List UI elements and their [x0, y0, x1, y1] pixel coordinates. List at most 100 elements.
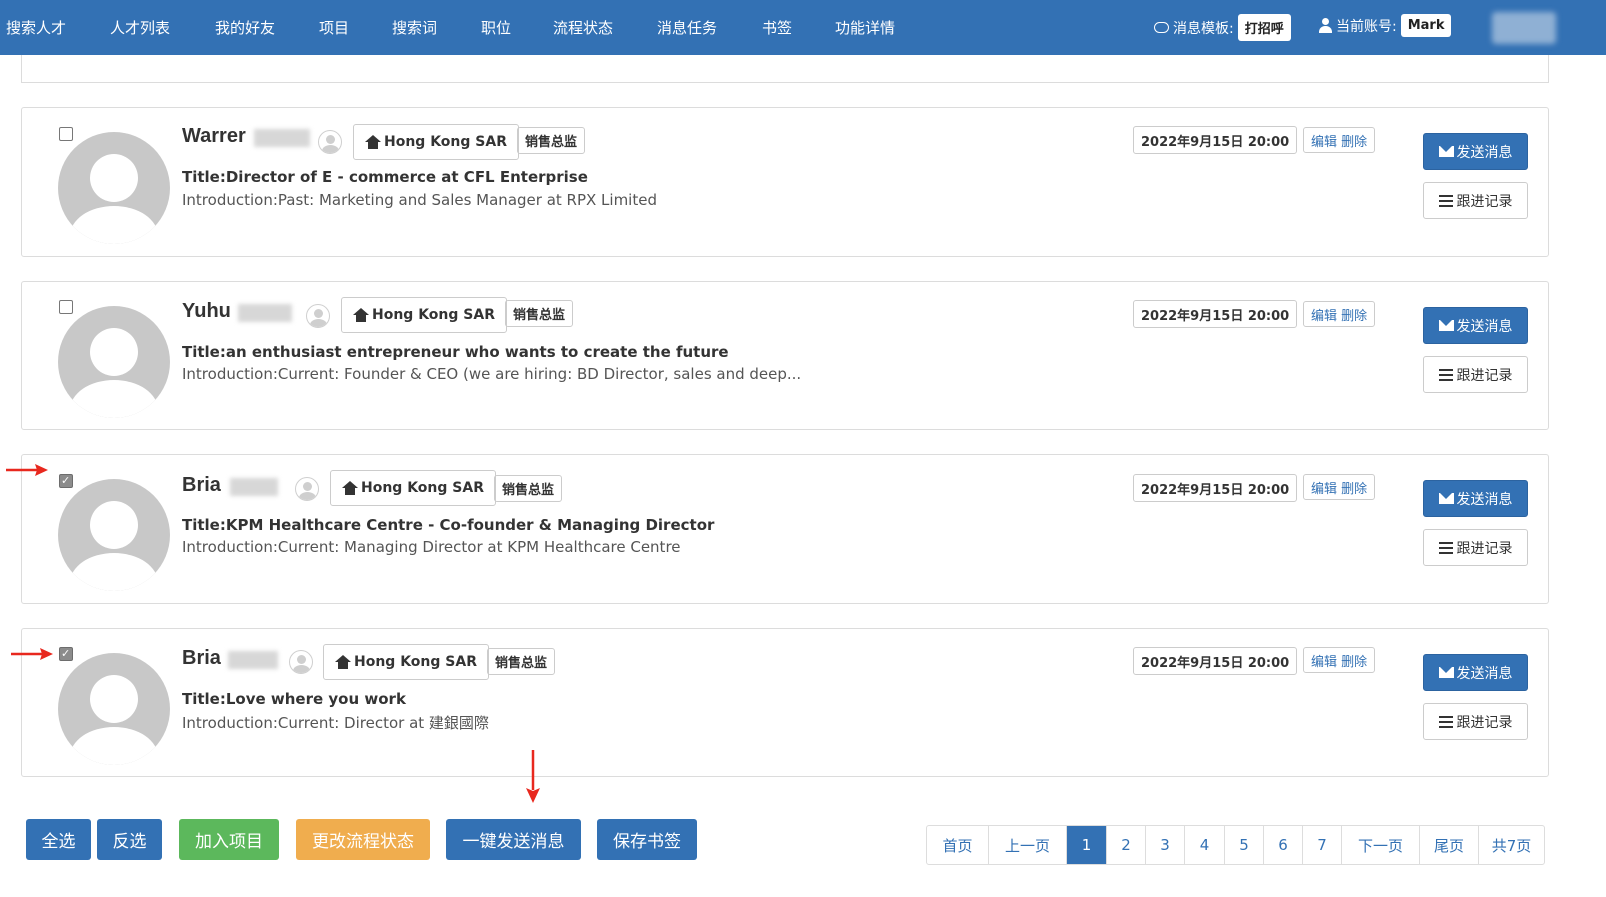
change-workflow-status-button[interactable]: 更改流程状态 [296, 819, 430, 860]
edit-link[interactable]: 编辑 [1311, 651, 1337, 670]
page-2[interactable]: 2 [1107, 826, 1146, 864]
edit-delete-group: 编辑 删除 [1303, 127, 1376, 153]
candidate-name[interactable]: Yuhu [182, 300, 231, 323]
avatar [58, 306, 170, 418]
profile-thumbnail-icon [306, 304, 330, 328]
role-tag: 销售总监 [494, 475, 563, 502]
page-first[interactable]: 首页 [927, 826, 989, 864]
location-tag: Hong Kong SAR [330, 470, 496, 506]
page-4[interactable]: 4 [1185, 826, 1225, 864]
annotation-arrow-right-icon [11, 648, 53, 660]
message-template-value[interactable]: 打招呼 [1237, 14, 1291, 41]
page-7[interactable]: 7 [1303, 826, 1342, 864]
add-to-project-button[interactable]: 加入项目 [179, 819, 279, 860]
nav-feature-details[interactable]: 功能详情 [835, 17, 895, 38]
candidate-checkbox-checked[interactable] [59, 474, 73, 488]
blurred-profile-avatar[interactable] [1492, 12, 1556, 44]
nav-positions[interactable]: 职位 [481, 17, 511, 38]
nav-talent-list[interactable]: 人才列表 [110, 17, 170, 38]
send-message-button[interactable]: 发送消息 [1423, 654, 1528, 691]
candidate-name[interactable]: Bria [182, 647, 221, 670]
select-all-button[interactable]: 全选 [26, 819, 91, 860]
message-template-selector[interactable]: 消息模板: 打招呼 [1154, 14, 1291, 41]
delete-link[interactable]: 删除 [1341, 651, 1367, 670]
profile-thumbnail-icon [295, 477, 319, 501]
candidate-title: Title:Director of E - commerce at CFL En… [182, 168, 588, 186]
annotation-arrow-right-icon [6, 464, 48, 476]
follow-up-label: 跟进记录 [1456, 714, 1513, 731]
candidate-checkbox[interactable] [59, 127, 73, 141]
name-redaction [238, 304, 292, 322]
candidate-name[interactable]: Warrer [182, 125, 246, 148]
page-prev[interactable]: 上一页 [989, 826, 1067, 864]
edit-link[interactable]: 编辑 [1311, 305, 1337, 324]
role-tag: 销售总监 [487, 648, 556, 675]
page-5[interactable]: 5 [1225, 826, 1264, 864]
edit-delete-group: 编辑 删除 [1303, 301, 1376, 327]
envelope-icon [1438, 667, 1454, 678]
envelope-icon [1438, 493, 1454, 504]
profile-thumbnail-icon [318, 130, 342, 154]
invert-selection-button[interactable]: 反选 [97, 819, 162, 860]
nav-bookmarks[interactable]: 书签 [762, 17, 792, 38]
nav-workflow-status[interactable]: 流程状态 [553, 17, 613, 38]
follow-up-button[interactable]: 跟进记录 [1423, 703, 1528, 740]
page-next[interactable]: 下一页 [1342, 826, 1420, 864]
follow-up-button[interactable]: 跟进记录 [1423, 356, 1528, 393]
candidate-card: Yuhu Hong Kong SAR 销售总监 Title:an enthusi… [21, 281, 1549, 430]
list-icon [1438, 194, 1453, 207]
follow-up-label: 跟进记录 [1456, 193, 1513, 210]
candidate-checkbox-checked[interactable] [59, 647, 73, 661]
page-last[interactable]: 尾页 [1420, 826, 1479, 864]
page-1-current[interactable]: 1 [1067, 826, 1107, 864]
home-icon [335, 655, 351, 669]
user-icon [1318, 18, 1332, 33]
role-tag: 销售总监 [505, 300, 574, 327]
send-message-label: 发送消息 [1456, 665, 1513, 682]
candidate-title: Title:an enthusiast entrepreneur who wan… [182, 343, 729, 361]
date-tag: 2022年9月15日 20:00 [1133, 300, 1298, 328]
candidate-title: Title:KPM Healthcare Centre - Co-founder… [182, 516, 715, 534]
nav-search-talent[interactable]: 搜索人才 [6, 17, 66, 38]
location-tag: Hong Kong SAR [323, 644, 489, 680]
top-navbar: 搜索人才 人才列表 我的好友 项目 搜索词 职位 流程状态 消息任务 书签 功能… [0, 0, 1606, 55]
chat-bubble-icon [1154, 22, 1169, 33]
location-tag: Hong Kong SAR [353, 124, 519, 160]
delete-link[interactable]: 删除 [1341, 478, 1367, 497]
avatar [58, 479, 170, 591]
follow-up-label: 跟进记录 [1456, 540, 1513, 557]
name-redaction [230, 478, 278, 496]
previous-card-partial [21, 55, 1549, 83]
save-bookmark-button[interactable]: 保存书签 [597, 819, 697, 860]
page-3[interactable]: 3 [1146, 826, 1185, 864]
send-all-messages-button[interactable]: 一键发送消息 [446, 819, 581, 860]
candidate-intro: Introduction:Past: Marketing and Sales M… [182, 191, 657, 209]
home-icon [353, 308, 369, 322]
edit-link[interactable]: 编辑 [1311, 478, 1337, 497]
send-message-label: 发送消息 [1456, 491, 1513, 508]
send-message-button[interactable]: 发送消息 [1423, 480, 1528, 517]
candidate-name[interactable]: Bria [182, 474, 221, 497]
nav-my-friends[interactable]: 我的好友 [215, 17, 275, 38]
send-message-button[interactable]: 发送消息 [1423, 307, 1528, 344]
follow-up-button[interactable]: 跟进记录 [1423, 182, 1528, 219]
candidate-checkbox[interactable] [59, 300, 73, 314]
list-icon [1438, 368, 1453, 381]
page-6[interactable]: 6 [1264, 826, 1303, 864]
candidate-intro: Introduction:Current: Managing Director … [182, 538, 681, 556]
send-message-button[interactable]: 发送消息 [1423, 133, 1528, 170]
nav-message-tasks[interactable]: 消息任务 [657, 17, 717, 38]
list-icon [1438, 715, 1453, 728]
nav-projects[interactable]: 项目 [319, 17, 349, 38]
location-tag: Hong Kong SAR [341, 297, 507, 333]
edit-link[interactable]: 编辑 [1311, 131, 1337, 150]
nav-search-terms[interactable]: 搜索词 [392, 17, 437, 38]
home-icon [365, 135, 381, 149]
date-tag: 2022年9月15日 20:00 [1133, 474, 1298, 502]
delete-link[interactable]: 删除 [1341, 305, 1367, 324]
delete-link[interactable]: 删除 [1341, 131, 1367, 150]
name-redaction [228, 651, 278, 669]
follow-up-button[interactable]: 跟进记录 [1423, 529, 1528, 566]
pagination: 首页 上一页 1 2 3 4 5 6 7 下一页 尾页 共7页 [926, 825, 1545, 865]
current-account[interactable]: 当前账号: Mark [1318, 14, 1452, 37]
